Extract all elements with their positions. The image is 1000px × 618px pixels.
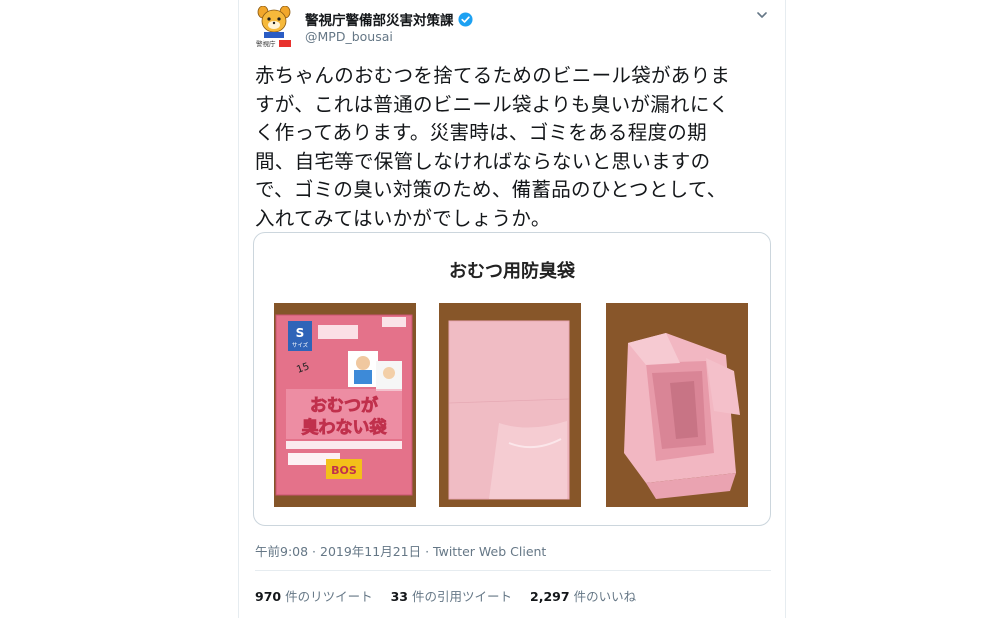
divider <box>255 570 771 571</box>
retweets-label: 件のリツイート <box>285 589 373 604</box>
police-mascot-icon[interactable]: 警視庁 <box>255 6 293 48</box>
retweets-count: 970 <box>255 589 282 604</box>
product-package-photo[interactable]: S サイズ 15 おむつが 臭わない袋 BOS <box>274 303 416 507</box>
tweet-text-line: すが、これは普通のビニール袋よりも臭いが漏れにく <box>255 92 730 116</box>
display-name[interactable]: 警視庁警備部災害対策課 <box>305 9 454 29</box>
chevron-down-icon[interactable] <box>755 8 769 22</box>
tweet-text-line: く作ってあります。災害時は、ゴミをある程度の期 <box>255 121 707 144</box>
quotes-count: 33 <box>390 589 409 604</box>
meta-separator: · <box>421 544 434 559</box>
client-link[interactable]: Twitter Web Client <box>433 544 546 559</box>
quotes-stat[interactable]: 33 件の引用ツイート <box>391 586 512 605</box>
tweet-text-line: 赤ちゃんのおむつを捨てるためのビニール袋がありま <box>255 64 731 87</box>
avatar-brand-text: 警視庁 <box>256 39 276 48</box>
maker-logo: BOS <box>331 464 357 477</box>
quotes-label: 件の引用ツイート <box>412 589 513 604</box>
likes-stat[interactable]: 2,297 件のいいね <box>530 586 636 605</box>
likes-count: 2,297 <box>530 589 570 604</box>
retweets-stat[interactable]: 970 件のリツイート <box>255 586 373 605</box>
bag-in-use-photo[interactable] <box>606 303 748 507</box>
tweet-media[interactable]: おむつ用防臭袋 S サイズ 15 おむつが 臭わない袋 BOS <box>253 232 771 526</box>
tweet-stats: 970 件のリツイート 33 件の引用ツイート 2,297 件のいいね <box>255 586 636 605</box>
tweet-text: 赤ちゃんのおむつを捨てるためのビニール袋がありま すが、これは普通のビニール袋よ… <box>255 62 775 233</box>
name-row: 警視庁警備部災害対策課 <box>305 9 473 29</box>
user-handle[interactable]: @MPD_bousai <box>305 29 393 44</box>
size-word: サイズ <box>292 341 309 349</box>
tweet-text-line: 間、自宅等で保管しなければならないと思いますの <box>255 149 711 173</box>
tweet-text-line: 入れてみてはいかがでしょうか。 <box>255 206 551 230</box>
tweet-header: 警視庁 警視庁警備部災害対策課 @MPD_bousai <box>255 6 771 50</box>
tweet-meta: 午前9:08 · 2019年11月21日 · Twitter Web Clien… <box>255 541 546 560</box>
tweet-text-line: で、ゴミの臭い対策のため、備蓄品のひとつとして、 <box>255 178 727 201</box>
flat-bag-photo[interactable] <box>439 303 581 507</box>
verified-badge-icon <box>457 11 473 27</box>
likes-label: 件のいいね <box>573 589 637 604</box>
media-title: おむつ用防臭袋 <box>449 261 575 282</box>
product-name-2: 臭わない袋 <box>302 417 388 438</box>
product-name-1: おむつが <box>310 395 378 416</box>
size-letter: S <box>296 326 305 340</box>
tweet-card: 警視庁 警視庁警備部災害対策課 @MPD_bousai 赤ちゃんのおむつを捨てる… <box>238 0 786 618</box>
timestamp[interactable]: 午前9:08 · 2019年11月21日 <box>255 544 421 559</box>
